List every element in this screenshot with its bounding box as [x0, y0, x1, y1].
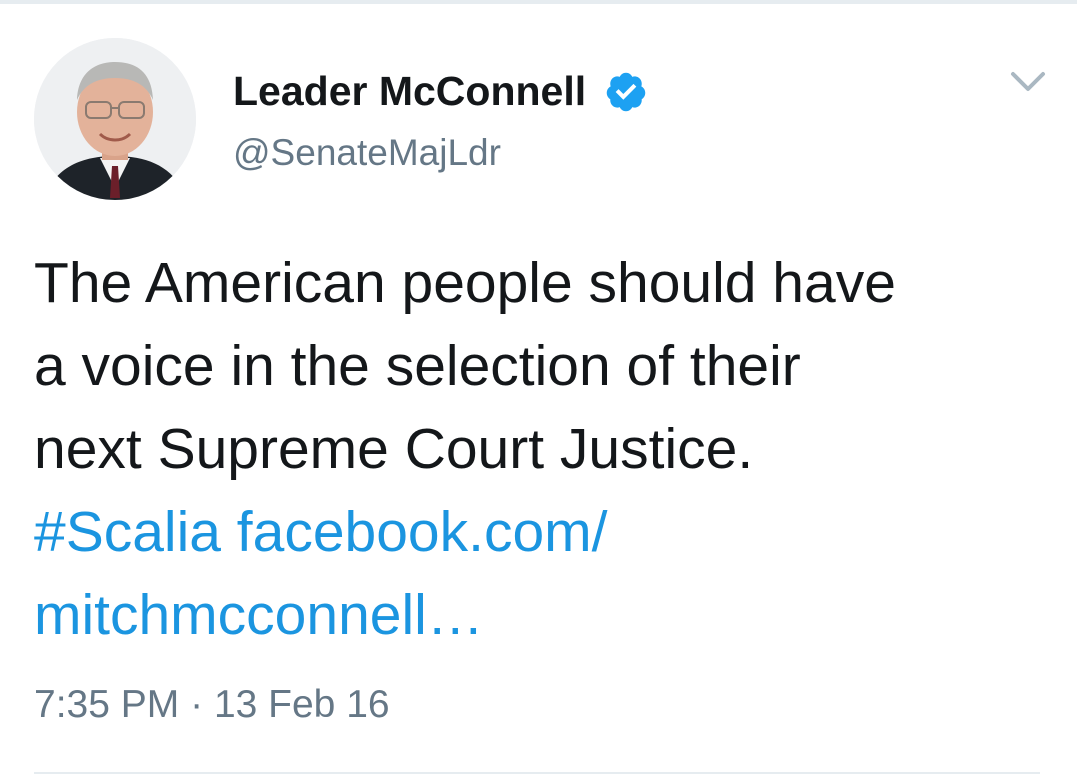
- bottom-divider: [34, 772, 1040, 774]
- tweet-text-line: a voice in the selection of their: [34, 334, 801, 398]
- verified-badge-icon: [606, 72, 646, 112]
- author-name[interactable]: Leader McConnell: [233, 66, 586, 116]
- tweet-links-line: mitchmcconnell…: [34, 574, 1044, 657]
- tweet-timestamp[interactable]: 7:35 PM · 13 Feb 16: [34, 681, 390, 729]
- tweet-date: 13 Feb 16: [213, 683, 390, 726]
- avatar[interactable]: [34, 38, 196, 200]
- url-link-part1[interactable]: facebook.com/: [237, 500, 608, 564]
- tweet-text-line: The American people should have: [34, 251, 896, 315]
- tweet-text: The American people should have a voice …: [34, 242, 1044, 657]
- hashtag-link[interactable]: #Scalia: [34, 500, 221, 564]
- top-divider: [0, 0, 1077, 4]
- avatar-portrait: [34, 38, 196, 200]
- url-link-part2[interactable]: mitchmcconnell…: [34, 583, 484, 647]
- chevron-down-icon[interactable]: [1005, 62, 1051, 102]
- meta-separator: ·: [190, 683, 204, 726]
- tweet-text-line: next Supreme Court Justice.: [34, 417, 754, 481]
- tweet-links-line: #Scalia facebook.com/: [34, 491, 1044, 574]
- tweet-time: 7:35 PM: [34, 683, 180, 726]
- author-handle[interactable]: @SenateMajLdr: [233, 130, 501, 176]
